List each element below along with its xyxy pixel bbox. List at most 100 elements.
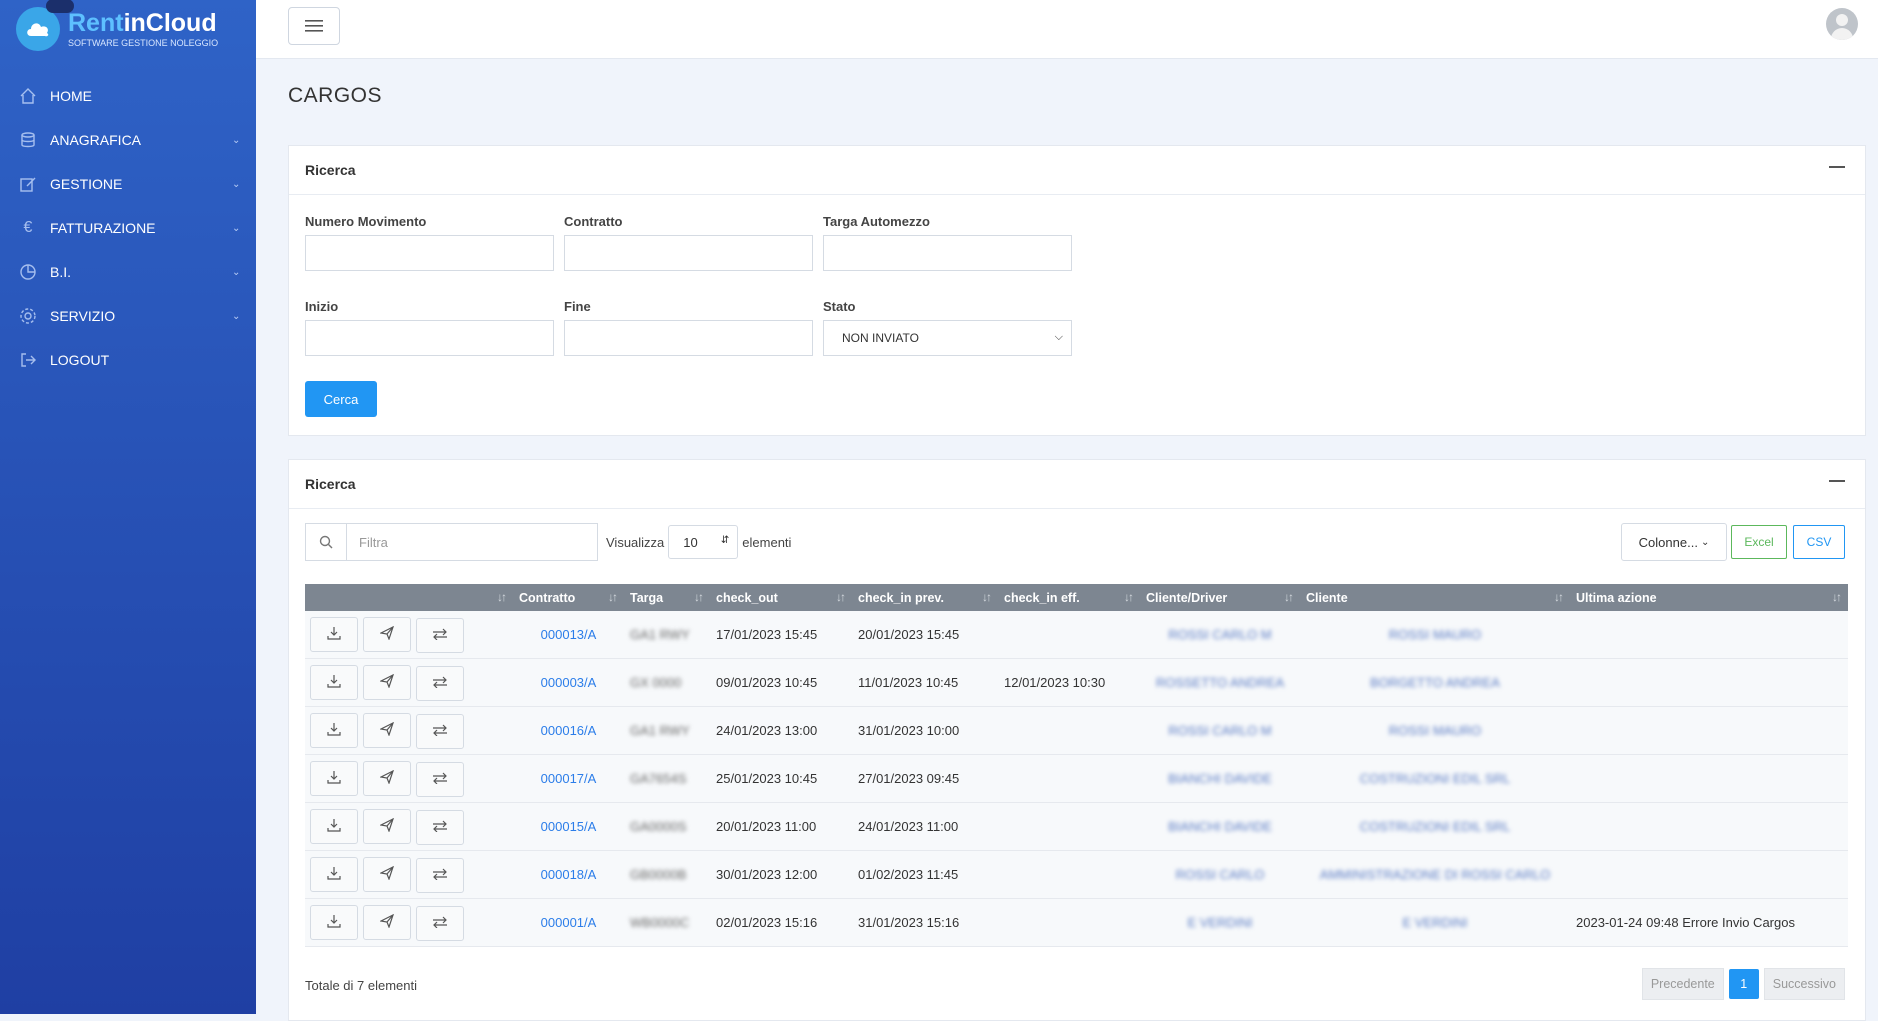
sidebar-item-fatturazione[interactable]: € FATTURAZIONE ⌄ [0,206,256,250]
sidebar-item-home[interactable]: HOME [0,74,256,118]
driver-link[interactable]: ROSSETTO ANDREA [1156,675,1284,690]
contratto-link[interactable]: 000013/A [541,627,597,642]
transfer-button[interactable] [416,905,464,941]
download-button[interactable] [310,808,358,844]
chevron-down-icon: ⌄ [232,266,241,278]
check-in-eff-cell [998,611,1140,659]
search-card-title: Ricerca [305,162,356,178]
stato-select[interactable]: NON INVIATO ⌵ [823,320,1072,356]
contratto-link[interactable]: 000001/A [541,915,597,930]
send-button[interactable] [363,712,411,748]
driver-link[interactable]: BIANCHI DAVIDE [1168,771,1272,786]
page-size-select[interactable]: 10 ⇵ [668,525,739,559]
prev-page-button[interactable]: Precedente [1641,968,1724,1000]
colonne-button[interactable]: Colonne... ⌄ [1621,523,1727,561]
send-button[interactable] [363,904,411,940]
contratto-input[interactable] [564,235,813,271]
transfer-button[interactable] [416,761,464,797]
logout-icon [18,350,38,370]
transfer-button[interactable] [416,857,464,893]
contratto-link[interactable]: 000016/A [541,723,597,738]
check-in-prev-cell: 20/01/2023 15:45 [852,611,998,659]
cliente-link[interactable]: ROSSI MAURO [1389,627,1481,642]
sidebar-item-logout[interactable]: LOGOUT [0,338,256,382]
column-header-ultima-azione[interactable]: Ultima azione ↓↑ [1570,584,1848,611]
next-page-button[interactable]: Successivo [1763,968,1845,1000]
contratto-link[interactable]: 000003/A [541,675,597,690]
driver-link[interactable]: ROSSI CARLO [1176,867,1265,882]
download-button[interactable] [310,712,358,748]
cliente-link[interactable]: ROSSI MAURO [1389,723,1481,738]
download-button[interactable] [310,760,358,796]
column-header-targa[interactable]: Targa ↓↑ [624,584,710,611]
filter-input[interactable]: Filtra [347,524,597,560]
sidebar-item-servizio[interactable]: SERVIZIO ⌄ [0,294,256,338]
user-avatar[interactable] [1826,8,1858,40]
cliente-link[interactable]: AMMINISTRAZIONE DI ROSSI CARLO [1320,867,1550,882]
driver-link[interactable]: BIANCHI DAVIDE [1168,819,1272,834]
column-header-contratto[interactable]: Contratto ↓↑ [513,584,624,611]
menu-toggle-button[interactable] [288,7,340,45]
table-row[interactable]: 000016/A GA1 RWY 24/01/2023 13:00 31/01/202… [305,706,1848,755]
cliente-link[interactable]: COSTRUZIONI EDIL SRL [1360,819,1510,834]
table-row[interactable]: 000017/A GA7654S 25/01/2023 10:45 27/01/202… [305,754,1848,803]
contratto-link[interactable]: 000017/A [541,771,597,786]
column-header-check-in-eff[interactable]: check_in eff. ↓↑ [998,584,1140,611]
row-actions [305,802,513,851]
cliente-link[interactable]: COSTRUZIONI EDIL SRL [1360,771,1510,786]
transfer-button[interactable] [416,617,464,653]
driver-link[interactable]: ROSSI CARLO M [1168,627,1271,642]
chevron-down-icon: ⌄ [232,134,241,146]
download-button[interactable] [310,904,358,940]
transfer-button[interactable] [416,665,464,701]
targa-input[interactable] [823,235,1072,271]
send-button[interactable] [363,664,411,700]
transfer-button[interactable] [416,809,464,845]
csv-button[interactable]: CSV [1793,525,1845,559]
inizio-input[interactable] [305,320,554,356]
contratto-link[interactable]: 000018/A [541,867,597,882]
transfer-button[interactable] [416,713,464,749]
sort-icon: ↓↑ [982,590,992,604]
minimize-icon[interactable] [1829,166,1845,168]
sort-icon: ↓↑ [1554,590,1564,604]
send-button[interactable] [363,808,411,844]
sidebar-item-anagrafica[interactable]: ANAGRAFICA ⌄ [0,118,256,162]
table-row[interactable]: 000015/A GA0000S 20/01/2023 11:00 24/01/202… [305,802,1848,851]
send-button[interactable] [363,760,411,796]
sort-icon: ↓↑ [1284,590,1294,604]
table-row[interactable]: 000001/A WB0000C 02/01/2023 15:16 31/01/202… [305,898,1848,947]
driver-link[interactable]: ROSSI CARLO M [1168,723,1271,738]
cliente-link[interactable]: E VERDINI [1402,915,1467,930]
sidebar-item-gestione[interactable]: GESTIONE ⌄ [0,162,256,206]
send-button[interactable] [363,856,411,892]
download-button[interactable] [310,664,358,700]
check-in-eff-cell [998,802,1140,851]
fine-input[interactable] [564,320,813,356]
app-logo[interactable]: RentinCloud SOFTWARE GESTIONE NOLEGGIO [0,0,256,58]
contratto-link[interactable]: 000015/A [541,819,597,834]
numero-movimento-input[interactable] [305,235,554,271]
table-row[interactable]: 000018/A GB0000B 30/01/2023 12:00 01/02/202… [305,850,1848,899]
download-button[interactable] [310,856,358,892]
column-header-cliente-driver[interactable]: Cliente/Driver ↓↑ [1140,584,1300,611]
column-header-actions[interactable]: ↓↑ [305,584,513,611]
column-header-check-in-prev[interactable]: check_in prev. ↓↑ [852,584,998,611]
table-row[interactable]: 000013/A GA1 RWY 17/01/2023 15:45 20/01/202… [305,611,1848,659]
send-icon [379,913,395,931]
column-header-check-out[interactable]: check_out ↓↑ [710,584,852,611]
swap-icon [432,868,448,883]
pie-chart-icon [18,262,38,282]
cerca-button[interactable]: Cerca [305,381,377,417]
page-size-value: 10 [683,534,698,550]
send-button[interactable] [363,616,411,652]
excel-button[interactable]: Excel [1731,525,1787,559]
sidebar-item-bi[interactable]: B.I. ⌄ [0,250,256,294]
cliente-link[interactable]: BORGETTO ANDREA [1370,675,1500,690]
page-1-button[interactable]: 1 [1728,969,1759,999]
table-row[interactable]: 000003/A GX 0000 09/01/2023 10:45 11/01/202… [305,658,1848,707]
column-header-cliente[interactable]: Cliente ↓↑ [1300,584,1570,611]
driver-link[interactable]: E VERDINI [1187,915,1252,930]
minimize-icon[interactable] [1829,480,1845,482]
download-button[interactable] [310,616,358,652]
